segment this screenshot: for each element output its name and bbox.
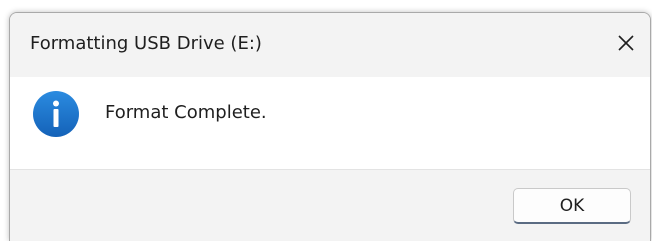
dialog-message: Format Complete. bbox=[105, 102, 267, 123]
dialog-content: Format Complete. bbox=[10, 77, 650, 170]
close-icon bbox=[618, 35, 634, 51]
format-complete-dialog: Formatting USB Drive (E:) Format Complet… bbox=[9, 12, 651, 241]
dialog-titlebar: Formatting USB Drive (E:) bbox=[10, 13, 650, 77]
ok-button[interactable]: OK bbox=[513, 188, 631, 224]
close-button[interactable] bbox=[606, 23, 646, 63]
info-icon bbox=[33, 91, 79, 137]
dialog-footer: OK bbox=[10, 170, 650, 241]
dialog-title: Formatting USB Drive (E:) bbox=[30, 33, 262, 54]
